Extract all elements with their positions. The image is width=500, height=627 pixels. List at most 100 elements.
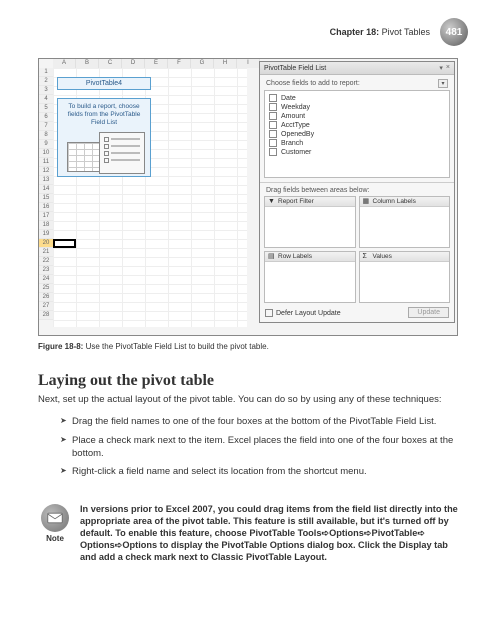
row-header-cell: 9 xyxy=(39,140,53,149)
titlebar-controls: ▾ × xyxy=(439,64,450,72)
field-item[interactable]: AcctType xyxy=(269,121,445,129)
note-icon-column: Note xyxy=(38,504,72,564)
pivottable-placeholder: PivotTable4 To build a report, choose fi… xyxy=(57,77,151,177)
field-checkbox[interactable] xyxy=(269,112,277,120)
sigma-icon: Σ xyxy=(363,253,370,260)
close-icon[interactable]: × xyxy=(446,64,450,72)
column-header-cell: D xyxy=(122,59,145,68)
pivottable-field-list-pane: PivotTable Field List ▾ × Choose fields … xyxy=(259,61,455,323)
defer-update-control[interactable]: Defer Layout Update xyxy=(265,309,341,317)
row-header-cell: 23 xyxy=(39,266,53,275)
rows-icon: ▤ xyxy=(268,253,275,260)
illustration-fieldlist-icon xyxy=(99,132,145,174)
filter-icon: ▼ xyxy=(268,198,275,205)
selected-cell-outline xyxy=(53,239,76,248)
row-header-cell: 28 xyxy=(39,311,53,320)
pt-help-line1: To build a report, choose xyxy=(61,103,147,111)
column-headers: ABCDEFGHI xyxy=(53,59,260,68)
zone-column-labels[interactable]: ▦Column Labels xyxy=(359,196,451,248)
list-item: Drag the field names to one of the four … xyxy=(60,416,458,429)
field-checkbox[interactable] xyxy=(269,148,277,156)
caption-text: Use the PivotTable Field List to build t… xyxy=(86,342,269,351)
field-checkbox[interactable] xyxy=(269,103,277,111)
row-header-cell: 2 xyxy=(39,77,53,86)
field-item[interactable]: Customer xyxy=(269,148,445,156)
list-item: Right-click a field name and select its … xyxy=(60,466,458,479)
field-item-label: Customer xyxy=(281,149,311,156)
page-header: Chapter 18: Pivot Tables 481 xyxy=(330,18,468,46)
page-number: 481 xyxy=(440,18,468,46)
field-item[interactable]: Weekday xyxy=(269,103,445,111)
row-header-cell: 8 xyxy=(39,131,53,140)
row-header-cell: 18 xyxy=(39,221,53,230)
columns-icon: ▦ xyxy=(363,198,370,205)
row-header-cell: 3 xyxy=(39,86,53,95)
row-header-cell: 22 xyxy=(39,257,53,266)
row-header-cell: 27 xyxy=(39,302,53,311)
field-checkbox[interactable] xyxy=(269,94,277,102)
row-header-cell: 24 xyxy=(39,275,53,284)
row-header-cell: 25 xyxy=(39,284,53,293)
drop-zones: ▼Report Filter ▦Column Labels ▤Row Label… xyxy=(260,196,454,303)
field-item[interactable]: Date xyxy=(269,94,445,102)
section-intro: Next, set up the actual layout of the pi… xyxy=(38,394,460,407)
row-header-cell: 16 xyxy=(39,203,53,212)
pt-help-line2: fields from the PivotTable xyxy=(61,111,147,119)
note-text: In versions prior to Excel 2007, you cou… xyxy=(80,504,460,564)
row-header-cell: 5 xyxy=(39,104,53,113)
chapter-prefix: Chapter 18: xyxy=(330,27,380,37)
technique-list: Drag the field names to one of the four … xyxy=(60,416,458,485)
update-button[interactable]: Update xyxy=(408,307,449,318)
zone-row-labels-label: Row Labels xyxy=(278,253,312,260)
column-header-cell: A xyxy=(53,59,76,68)
figure-caption: Figure 18-8: Use the PivotTable Field Li… xyxy=(38,342,269,351)
pt-help-line3: Field List xyxy=(61,119,147,127)
dropdown-icon[interactable]: ▾ xyxy=(439,64,443,72)
zone-report-filter-label: Report Filter xyxy=(278,198,314,205)
note-envelope-icon xyxy=(41,504,69,532)
row-header-cell: 1 xyxy=(39,68,53,77)
field-checkbox[interactable] xyxy=(269,130,277,138)
field-list-subtitle-row: Choose fields to add to report: ▾ xyxy=(260,75,454,90)
pt-help-illustration xyxy=(61,130,147,176)
pivottable-help-box: To build a report, choose fields from th… xyxy=(57,98,151,177)
defer-checkbox[interactable] xyxy=(265,309,273,317)
field-item-label: Branch xyxy=(281,140,303,147)
column-header-cell: H xyxy=(214,59,237,68)
field-checkbox[interactable] xyxy=(269,139,277,147)
chapter-title: Pivot Tables xyxy=(382,27,430,37)
row-header-cell: 11 xyxy=(39,158,53,167)
excel-worksheet: ABCDEFGHI 123456789101112131415161718192… xyxy=(39,59,247,327)
field-item-label: AcctType xyxy=(281,122,310,129)
row-header-cell: 4 xyxy=(39,95,53,104)
row-header-cell: 21 xyxy=(39,248,53,257)
illustration-grid-icon xyxy=(67,142,101,172)
row-header-cell: 14 xyxy=(39,185,53,194)
figure-18-8: ABCDEFGHI 123456789101112131415161718192… xyxy=(38,58,458,336)
zone-report-filter[interactable]: ▼Report Filter xyxy=(264,196,356,248)
field-item[interactable]: OpenedBy xyxy=(269,130,445,138)
field-item-label: Weekday xyxy=(281,104,310,111)
section-heading: Laying out the pivot table xyxy=(38,372,214,390)
zone-values[interactable]: ΣValues xyxy=(359,251,451,303)
field-item[interactable]: Amount xyxy=(269,112,445,120)
chapter-label: Chapter 18: Pivot Tables xyxy=(330,27,430,37)
row-header-cell: 26 xyxy=(39,293,53,302)
zone-values-label: Values xyxy=(373,253,392,260)
zone-row-labels[interactable]: ▤Row Labels xyxy=(264,251,356,303)
row-header-cell: 20 xyxy=(39,239,53,248)
row-header-cell: 7 xyxy=(39,122,53,131)
list-item: Place a check mark next to the item. Exc… xyxy=(60,435,458,461)
row-header-cell: 12 xyxy=(39,167,53,176)
field-list-titlebar: PivotTable Field List ▾ × xyxy=(260,62,454,75)
field-item-label: Date xyxy=(281,95,296,102)
field-checklist: Date WeekdayAmount AcctTypeOpenedBy Branch C… xyxy=(264,90,450,178)
row-header-cell: 19 xyxy=(39,230,53,239)
layout-options-button[interactable]: ▾ xyxy=(438,79,448,88)
field-item[interactable]: Branch xyxy=(269,139,445,147)
row-header-cell: 13 xyxy=(39,176,53,185)
row-header-cell: 15 xyxy=(39,194,53,203)
note-block: Note In versions prior to Excel 2007, yo… xyxy=(38,504,460,564)
caption-prefix: Figure 18-8: xyxy=(38,342,83,351)
field-checkbox[interactable] xyxy=(269,121,277,129)
